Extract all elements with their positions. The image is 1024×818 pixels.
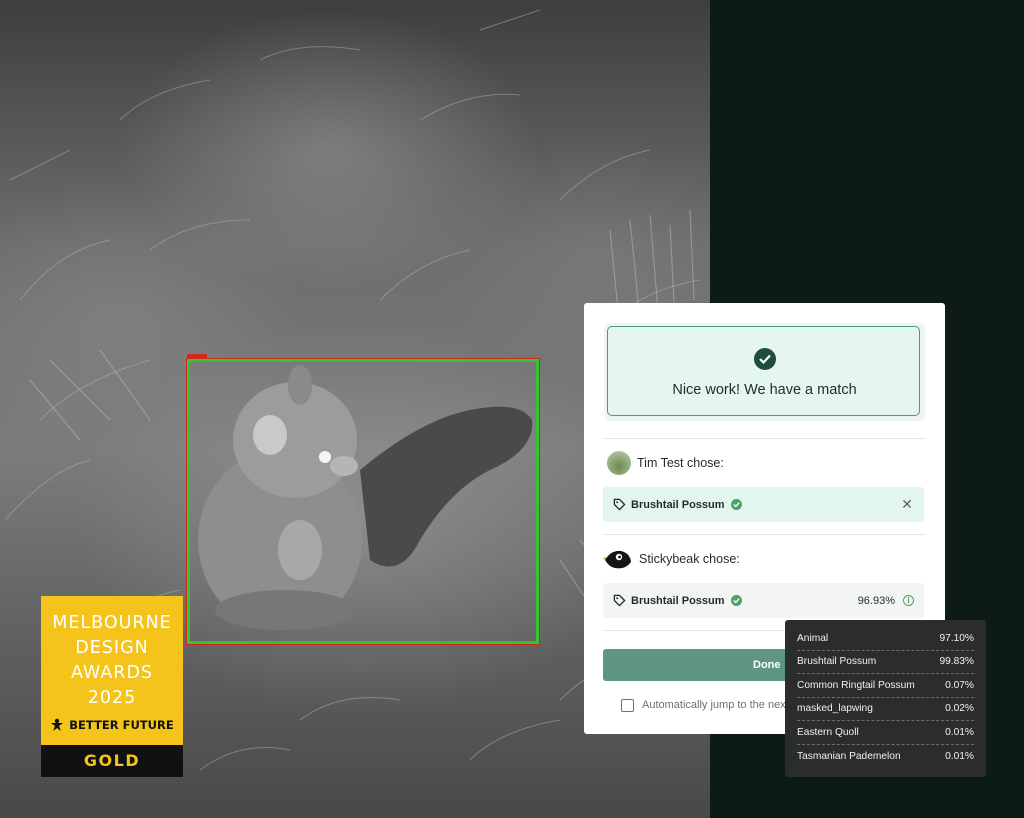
award-badge: MELBOURNE DESIGN AWARDS 2025 BETTER FUTU… — [41, 596, 183, 777]
award-title: MELBOURNE DESIGN AWARDS 2025 — [41, 611, 183, 711]
stickybeak-bird-icon — [603, 550, 631, 569]
user-choice-header: Tim Test chose: — [607, 450, 724, 476]
info-icon[interactable]: i — [903, 595, 914, 606]
ai-species-name: Brushtail Possum — [631, 594, 725, 607]
auto-jump-label: Automatically jump to the next — [642, 699, 789, 711]
award-level: GOLD — [41, 745, 183, 777]
user-avatar — [607, 451, 631, 475]
probability-row: Brushtail Possum 99.83% — [797, 651, 974, 674]
award-line: DESIGN — [75, 638, 149, 658]
probability-value: 97.10% — [939, 632, 974, 644]
ai-choice-label: Stickybeak chose: — [639, 552, 740, 566]
probability-row: Animal 97.10% — [797, 627, 974, 651]
probability-value: 0.02% — [945, 703, 974, 715]
tag-icon — [613, 498, 626, 511]
award-category: BETTER FUTURE — [41, 716, 183, 734]
tag-icon — [613, 594, 626, 607]
probability-label: Common Ringtail Possum — [797, 679, 915, 691]
detection-bounding-box[interactable] — [186, 358, 540, 645]
award-category-label: BETTER FUTURE — [69, 718, 174, 732]
award-line: AWARDS — [70, 663, 154, 683]
probability-label: Eastern Quoll — [797, 726, 859, 738]
ai-species-row: Brushtail Possum 96.93% i — [603, 583, 924, 618]
award-line: 2025 — [87, 688, 137, 708]
divider — [603, 438, 926, 439]
match-banner: Nice work! We have a match — [604, 323, 925, 421]
star-person-icon — [51, 718, 64, 731]
probability-value: 0.07% — [945, 679, 974, 691]
probability-row: Eastern Quoll 0.01% — [797, 721, 974, 745]
probability-tooltip: Animal 97.10% Brushtail Possum 99.83% Co… — [785, 620, 986, 777]
probability-label: Tasmanian Pademelon — [797, 750, 901, 762]
probability-label: masked_lapwing — [797, 703, 873, 715]
verified-icon — [730, 595, 742, 606]
probability-value: 99.83% — [939, 656, 974, 668]
probability-row: Tasmanian Pademelon 0.01% — [797, 745, 974, 769]
auto-jump-checkbox[interactable] — [621, 698, 634, 712]
probability-row: Common Ringtail Possum 0.07% — [797, 674, 974, 698]
divider — [603, 534, 926, 535]
probability-label: Animal — [797, 632, 829, 644]
probability-label: Brushtail Possum — [797, 656, 877, 668]
verified-icon — [730, 499, 742, 510]
user-species-name: Brushtail Possum — [631, 498, 725, 511]
ai-confidence: 96.93% — [857, 594, 895, 607]
check-circle-icon — [754, 348, 776, 370]
award-line: MELBOURNE — [52, 613, 172, 633]
user-choice-label: Tim Test chose: — [637, 456, 724, 470]
match-message: Nice work! We have a match — [672, 382, 857, 398]
close-icon[interactable]: ✕ — [900, 496, 914, 513]
probability-row: masked_lapwing 0.02% — [797, 698, 974, 721]
auto-jump-option[interactable]: Automatically jump to the next — [621, 697, 789, 713]
probability-value: 0.01% — [945, 750, 974, 762]
probability-value: 0.01% — [945, 726, 974, 738]
match-box: Nice work! We have a match — [607, 326, 920, 416]
ai-choice-header: Stickybeak chose: — [603, 546, 740, 572]
user-species-row: Brushtail Possum ✕ — [603, 487, 924, 522]
